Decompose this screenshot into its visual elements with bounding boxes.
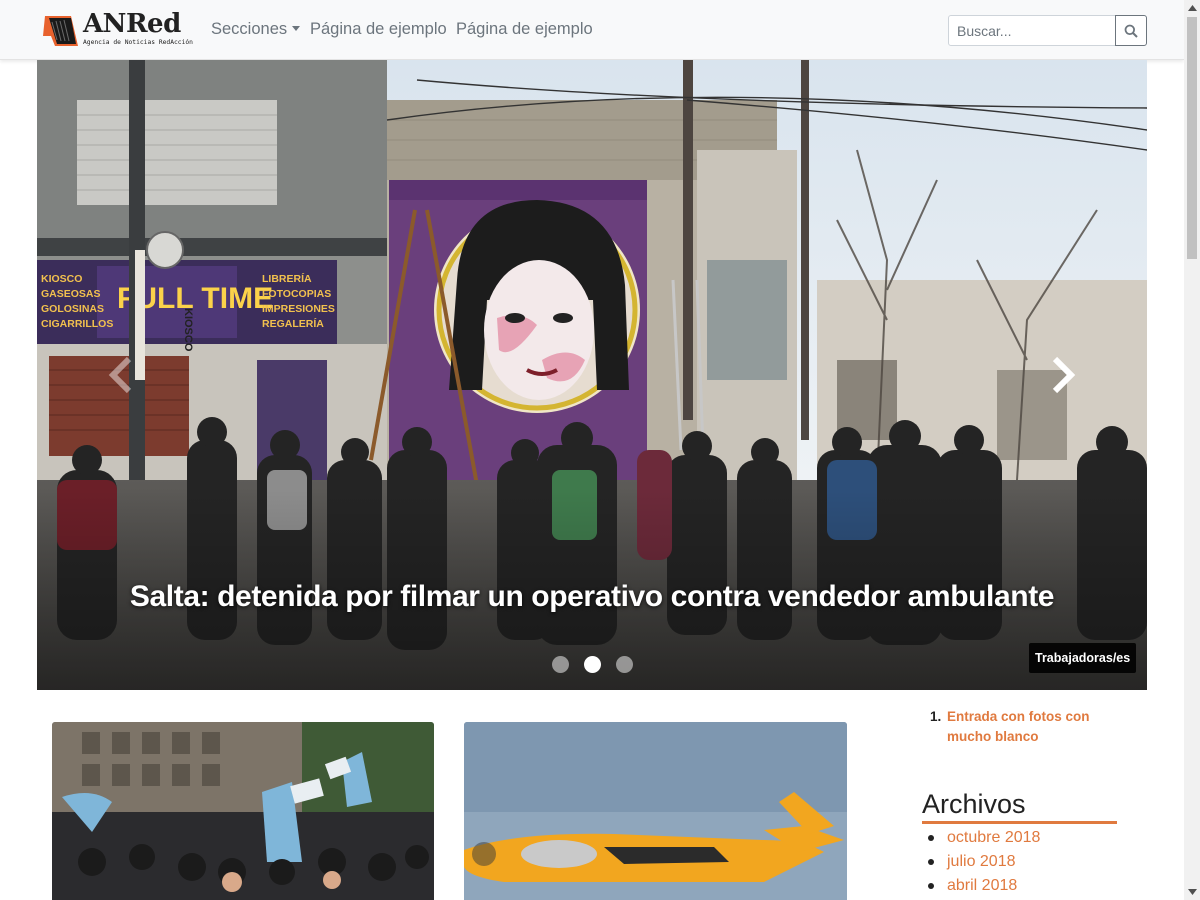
archives-list: octubre 2018 julio 2018 abril 2018 [928,826,1040,898]
carousel-indicator-2[interactable] [583,656,601,673]
recent-post-title[interactable]: Entrada con fotos con mucho blanco [947,709,1090,744]
search-input[interactable] [948,15,1116,46]
category-badge[interactable]: Trabajadoras/es [1029,643,1137,673]
nav-link-sample-page-2[interactable]: Página de ejemplo [456,20,593,39]
brand-logo[interactable]: ANRed Agencia de Noticias RedAcción [41,9,193,50]
carousel-indicator-3[interactable] [615,656,633,673]
caret-down-icon [292,26,301,31]
scrollbar-thumb[interactable] [1187,17,1197,259]
chevron-left-icon [108,356,132,394]
scroll-up-arrow-icon[interactable] [1184,0,1200,16]
chevron-right-icon [1052,356,1076,394]
carousel-indicator-1[interactable] [551,656,569,673]
archives-divider [922,821,1117,824]
scroll-down-arrow-icon[interactable] [1184,884,1200,900]
brand-name: ANRed [83,9,181,39]
brand-tagline: Agencia de Noticias RedAcción [83,39,193,46]
post-card-2[interactable] [464,722,847,900]
featured-carousel: KIOSCO GASEOSAS GOLOSINAS CIGARRILLOS FULL … [37,60,1147,690]
carousel-prev-button[interactable] [103,350,139,400]
recent-post-index: 1. [930,709,942,724]
post-card-1[interactable] [52,722,434,900]
nav-sections-dropdown[interactable]: Secciones [211,20,301,39]
carousel-indicators [37,656,1147,673]
archive-link-july-2018[interactable]: julio 2018 [928,850,1040,874]
archives-heading: Archivos [922,789,1026,819]
kiosco-pole-text: KIOSCO [182,308,194,352]
search-icon [1124,24,1138,38]
search-button[interactable] [1115,15,1147,46]
recent-posts-list: 1. Entrada con fotos con mucho blanco [930,707,1100,747]
archive-link-october-2018[interactable]: octubre 2018 [928,826,1040,850]
page-scrollbar[interactable] [1184,0,1200,900]
recent-post-item[interactable]: 1. Entrada con fotos con mucho blanco [930,707,1100,747]
slide-caption-headline[interactable]: Salta: detenida por filmar un operativo … [37,580,1147,614]
post-card-1-image [52,722,434,900]
carousel-next-button[interactable] [1045,350,1081,400]
nav-sections-label: Secciones [211,20,288,38]
top-navbar: ANRed Agencia de Noticias RedAcción Secc… [0,0,1184,60]
archive-link-april-2018[interactable]: abril 2018 [928,874,1040,898]
post-card-2-image [464,722,847,900]
logo-mark-icon [43,16,78,46]
nav-link-sample-page-1[interactable]: Página de ejemplo [310,20,447,39]
